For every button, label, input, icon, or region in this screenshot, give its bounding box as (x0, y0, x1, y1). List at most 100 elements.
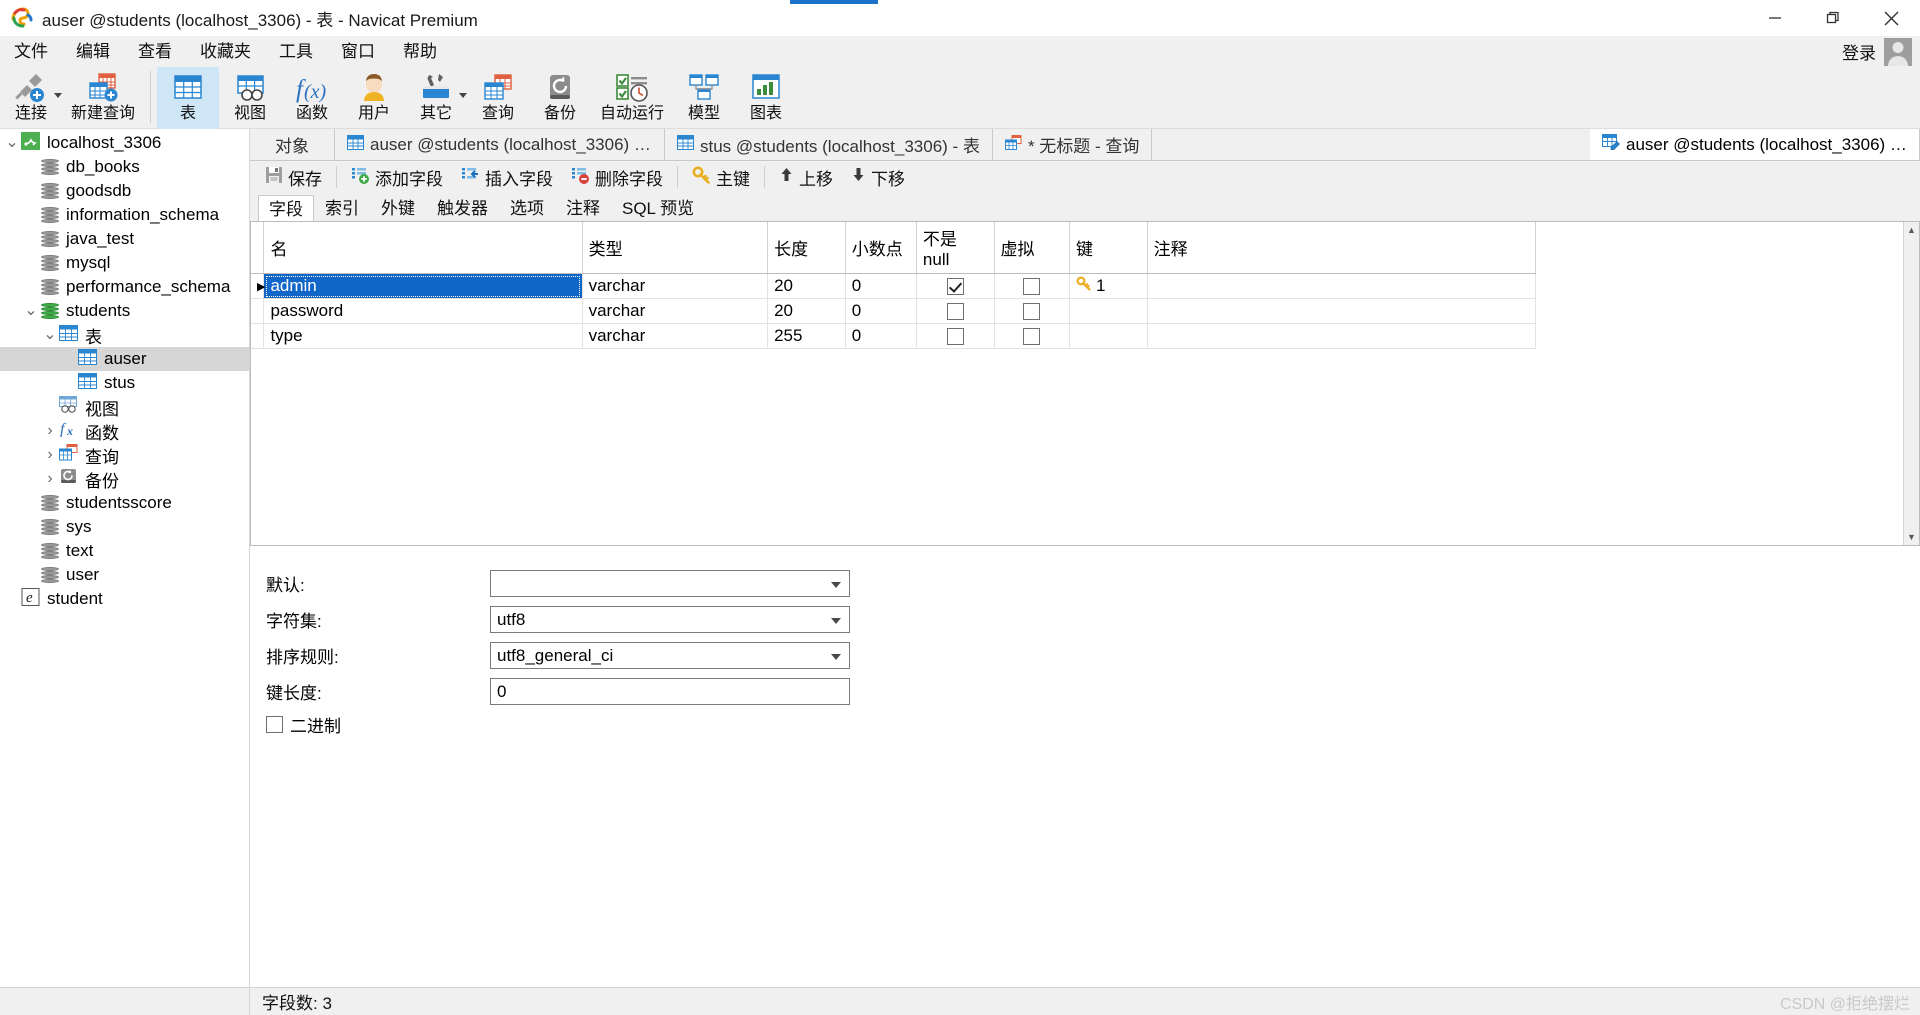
login-link[interactable]: 登录 (1842, 39, 1876, 64)
field-virtual-cell[interactable] (994, 298, 1071, 324)
object-button[interactable]: 对象 (250, 129, 335, 160)
default-value-select[interactable] (490, 570, 850, 597)
binary-checkbox[interactable] (266, 716, 283, 733)
field-name-cell[interactable]: type (263, 323, 583, 349)
chevron-down-icon[interactable]: ⌄ (4, 131, 20, 155)
grid-column-header[interactable]: 类型 (582, 222, 769, 274)
field-key-cell[interactable] (1069, 323, 1148, 349)
field-length-cell[interactable]: 20 (767, 298, 846, 324)
field-length-cell[interactable]: 20 (767, 273, 846, 299)
primary-key-button[interactable]: 主键 (683, 163, 759, 191)
field-virtual-cell[interactable] (994, 323, 1071, 349)
field-comment-cell[interactable] (1147, 298, 1537, 324)
chevron-down-icon[interactable]: ⌄ (23, 299, 39, 323)
ribbon-function[interactable]: f (x) 函数 (281, 67, 343, 129)
menu-item-file[interactable]: 文件 (0, 36, 62, 67)
sub-tab-索引[interactable]: 索引 (314, 194, 370, 221)
ribbon-connection[interactable]: 连接 (0, 67, 62, 129)
tree-item-auser[interactable]: auser (0, 347, 249, 371)
add-field-button[interactable]: 添加字段 (342, 163, 452, 191)
tree-item-mysql[interactable]: mysql (0, 251, 249, 275)
tree-item-information_schema[interactable]: information_schema (0, 203, 249, 227)
delete-field-button[interactable]: 删除字段 (562, 163, 672, 191)
avatar[interactable] (1884, 37, 1912, 66)
chevron-right-icon[interactable]: › (42, 467, 58, 491)
save-button[interactable]: 保存 (256, 163, 331, 191)
not-null-checkbox[interactable] (946, 303, 964, 321)
ribbon-model[interactable]: 模型 (673, 67, 735, 129)
sub-tab-注释[interactable]: 注释 (555, 194, 611, 221)
ribbon-chart[interactable]: 图表 (735, 67, 797, 129)
chevron-right-icon[interactable]: › (42, 419, 58, 443)
menu-item-favorites[interactable]: 收藏夹 (186, 36, 265, 67)
field-key-cell[interactable]: 1 (1069, 273, 1148, 299)
table-row[interactable]: type varchar 255 0 (251, 323, 1537, 349)
menu-item-view[interactable]: 查看 (124, 36, 186, 67)
scroll-up-icon[interactable]: ▲ (1904, 222, 1919, 238)
not-null-checkbox[interactable] (946, 328, 964, 346)
collation-select[interactable]: utf8_general_ci (490, 642, 850, 669)
field-not-null-cell[interactable] (916, 298, 995, 324)
virtual-checkbox[interactable] (1023, 278, 1041, 296)
tree-item-students[interactable]: ⌄ students (0, 299, 249, 323)
ribbon-automation[interactable]: 自动运行 (591, 67, 673, 129)
chevron-right-icon[interactable]: › (42, 443, 58, 467)
menu-item-edit[interactable]: 编辑 (62, 36, 124, 67)
field-type-cell[interactable]: varchar (582, 273, 769, 299)
move-down-button[interactable]: 下移 (842, 163, 914, 191)
sub-tab-外键[interactable]: 外键 (370, 194, 426, 221)
tree-item-text[interactable]: text (0, 539, 249, 563)
ribbon-query[interactable]: 查询 (467, 67, 529, 129)
tree-item-[interactable]: 视图 (0, 395, 249, 419)
document-tab-auser-data[interactable]: auser @students (localhost_3306) - ... (335, 129, 665, 160)
tree-item-sys[interactable]: sys (0, 515, 249, 539)
virtual-checkbox[interactable] (1023, 303, 1041, 321)
sub-tab-字段[interactable]: 字段 (258, 195, 314, 222)
tree-item-db_books[interactable]: db_books (0, 155, 249, 179)
field-name-cell[interactable]: password (263, 298, 583, 324)
grid-column-header[interactable]: 注释 (1147, 222, 1537, 274)
field-comment-cell[interactable] (1147, 323, 1537, 349)
charset-select[interactable]: utf8 (490, 606, 850, 633)
minimize-icon[interactable] (1746, 0, 1804, 36)
field-key-cell[interactable] (1069, 298, 1148, 324)
field-decimals-cell[interactable]: 0 (845, 323, 917, 349)
chevron-down-icon[interactable] (54, 93, 62, 98)
ribbon-view[interactable]: 视图 (219, 67, 281, 129)
ribbon-new-query[interactable]: 新建查询 (62, 67, 144, 129)
tree-item-[interactable]: › 查询 (0, 443, 249, 467)
menu-item-tools[interactable]: 工具 (265, 36, 327, 67)
document-tab-stus-data[interactable]: stus @students (localhost_3306) - 表 (665, 129, 993, 160)
scroll-down-icon[interactable]: ▼ (1904, 529, 1919, 545)
close-icon[interactable] (1862, 0, 1920, 36)
not-null-checkbox[interactable] (946, 278, 964, 296)
field-comment-cell[interactable] (1147, 273, 1537, 299)
grid-column-header[interactable]: 长度 (767, 222, 846, 274)
tree-item-localhost_3306[interactable]: ⌄ localhost_3306 (0, 131, 249, 155)
ribbon-backup[interactable]: 备份 (529, 67, 591, 129)
chevron-down-icon[interactable] (459, 93, 468, 98)
field-name-cell[interactable]: admin (263, 273, 583, 299)
menu-item-help[interactable]: 帮助 (389, 36, 451, 67)
sub-tab-SQL-预览[interactable]: SQL 预览 (611, 194, 705, 221)
sub-tab-选项[interactable]: 选项 (499, 194, 555, 221)
tree-item-[interactable]: › f x 函数 (0, 419, 249, 443)
grid-column-header[interactable]: 虚拟 (994, 222, 1071, 274)
table-row[interactable]: ▶ admin varchar 20 0 1 (251, 273, 1537, 299)
insert-field-button[interactable]: 插入字段 (452, 163, 562, 191)
tree-item-[interactable]: ⌄ 表 (0, 323, 249, 347)
grid-column-header[interactable]: 小数点 (845, 222, 917, 274)
move-up-button[interactable]: 上移 (770, 163, 842, 191)
grid-column-header[interactable]: 不是 null (916, 222, 995, 274)
sub-tab-触发器[interactable]: 触发器 (426, 194, 499, 221)
grid-column-header[interactable]: 名 (263, 222, 583, 274)
table-row[interactable]: password varchar 20 0 (251, 298, 1537, 324)
tree-item-java_test[interactable]: java_test (0, 227, 249, 251)
tree-item-[interactable]: › 备份 (0, 467, 249, 491)
tree-item-goodsdb[interactable]: goodsdb (0, 179, 249, 203)
field-not-null-cell[interactable] (916, 323, 995, 349)
field-length-cell[interactable]: 255 (767, 323, 846, 349)
menu-item-window[interactable]: 窗口 (327, 36, 389, 67)
field-decimals-cell[interactable]: 0 (845, 273, 917, 299)
field-type-cell[interactable]: varchar (582, 323, 769, 349)
